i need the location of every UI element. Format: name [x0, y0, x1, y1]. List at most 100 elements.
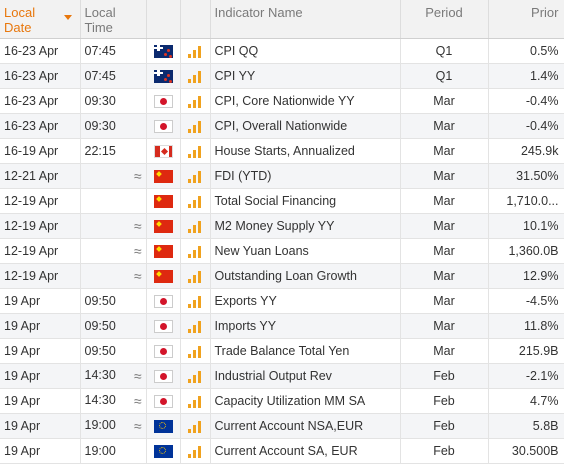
time-cell: 09:30: [80, 113, 147, 139]
table-row[interactable]: 19 Apr 09:50 Exports YY Mar -4.5%: [0, 288, 564, 314]
impact-cell: [180, 438, 211, 464]
table-row[interactable]: 16-23 Apr 07:45 CPI QQ Q1 0.5%: [0, 38, 564, 64]
period-cell: Mar: [400, 238, 489, 264]
economic-calendar-table: Local Date Local Time Indicator Name Per…: [0, 0, 564, 464]
indicator-cell[interactable]: M2 Money Supply YY: [210, 213, 401, 239]
indicator-cell[interactable]: Current Account NSA,EUR: [210, 413, 401, 439]
approximate-time-icon: ≈: [133, 392, 142, 409]
period-cell: Mar: [400, 263, 489, 289]
country-column-header: [146, 0, 181, 39]
approximate-time-icon: ≈: [133, 217, 142, 234]
indicator-cell[interactable]: Outstanding Loan Growth: [210, 263, 401, 289]
table-row[interactable]: 16-23 Apr 09:30 CPI, Overall Nationwide Mar…: [0, 113, 564, 139]
table-row[interactable]: 19 Apr 19:00 Current Account SA, EUR Feb 30.…: [0, 438, 564, 464]
table-row[interactable]: 16-19 Apr 22:15 House Starts, Annualized Ma…: [0, 138, 564, 164]
date-cell: 19 Apr: [0, 413, 81, 439]
prior-cell: 30.500B: [488, 438, 564, 464]
date-cell: 19 Apr: [0, 438, 81, 464]
date-cell: 16-23 Apr: [0, 113, 81, 139]
time-cell: 09:50: [80, 313, 147, 339]
prior-column-header[interactable]: Prior: [488, 0, 564, 39]
impact-bars-icon: [188, 395, 202, 408]
indicator-cell[interactable]: House Starts, Annualized: [210, 138, 401, 164]
country-cell: [146, 363, 181, 389]
period-cell: Mar: [400, 113, 489, 139]
time-value: 22:15: [84, 143, 116, 158]
impact-cell: [180, 263, 211, 289]
time-cell: 14:30 ≈: [80, 363, 147, 389]
prior-cell: 5.8B: [488, 413, 564, 439]
table-row[interactable]: 19 Apr 19:00 ≈ Current Account NSA,EUR Feb 5.…: [0, 413, 564, 439]
date-cell: 19 Apr: [0, 288, 81, 314]
new-zealand-flag-icon: [153, 44, 173, 58]
indicator-cell[interactable]: New Yuan Loans: [210, 238, 401, 264]
time-cell: 09:50: [80, 288, 147, 314]
table-row[interactable]: 16-23 Apr 07:45 CPI YY Q1 1.4%: [0, 63, 564, 89]
impact-cell: [180, 413, 211, 439]
approximate-time-icon: ≈: [133, 242, 142, 259]
indicator-cell[interactable]: CPI YY: [210, 63, 401, 89]
period-column-header[interactable]: Period: [400, 0, 489, 39]
japan-flag-icon: [153, 369, 173, 383]
impact-bars-icon: [188, 270, 202, 283]
local-date-header-label: Local Date: [4, 5, 36, 35]
indicator-cell[interactable]: Trade Balance Total Yen: [210, 338, 401, 364]
prior-cell: 215.9B: [488, 338, 564, 364]
prior-cell: 4.7%: [488, 388, 564, 414]
table-row[interactable]: 19 Apr 14:30 ≈ Industrial Output Rev Feb -2.1…: [0, 363, 564, 389]
period-cell: Feb: [400, 363, 489, 389]
local-date-column-header[interactable]: Local Date: [0, 0, 81, 39]
table-row[interactable]: 16-23 Apr 09:30 CPI, Core Nationwide YY Mar…: [0, 88, 564, 114]
impact-bars-icon: [188, 370, 202, 383]
prior-cell: 1.4%: [488, 63, 564, 89]
period-header-label: Period: [425, 5, 463, 20]
indicator-cell[interactable]: CPI QQ: [210, 38, 401, 64]
indicator-cell[interactable]: CPI, Core Nationwide YY: [210, 88, 401, 114]
impact-bars-icon: [188, 95, 202, 108]
table-row[interactable]: 12-19 Apr ≈ New Yuan Loans Mar 1,360.0B: [0, 238, 564, 264]
time-value: 19:00: [84, 417, 116, 432]
impact-cell: [180, 338, 211, 364]
date-cell: 12-19 Apr: [0, 238, 81, 264]
table-row[interactable]: 12-21 Apr ≈ FDI (YTD) Mar 31.50%: [0, 163, 564, 189]
period-cell: Feb: [400, 388, 489, 414]
impact-cell: [180, 238, 211, 264]
table-row[interactable]: 12-19 Apr ≈ Outstanding Loan Growth Mar 12.9…: [0, 263, 564, 289]
china-flag-icon: [153, 269, 173, 283]
table-row[interactable]: 19 Apr 09:50 Imports YY Mar 11.8%: [0, 313, 564, 339]
impact-cell: [180, 213, 211, 239]
period-cell: Mar: [400, 138, 489, 164]
table-row[interactable]: 19 Apr 09:50 Trade Balance Total Yen Mar 215…: [0, 338, 564, 364]
indicator-cell[interactable]: Current Account SA, EUR: [210, 438, 401, 464]
indicator-cell[interactable]: Industrial Output Rev: [210, 363, 401, 389]
time-value: 07:45: [84, 43, 116, 58]
indicator-cell[interactable]: Total Social Financing: [210, 188, 401, 214]
time-cell: 07:45: [80, 38, 147, 64]
table-row[interactable]: 12-19 Apr Total Social Financing Mar 1,710.…: [0, 188, 564, 214]
japan-flag-icon: [153, 94, 173, 108]
sort-descending-icon[interactable]: [63, 15, 72, 20]
impact-bars-icon: [188, 145, 202, 158]
local-time-column-header[interactable]: Local Time: [80, 0, 147, 39]
indicator-cell[interactable]: Exports YY: [210, 288, 401, 314]
time-value: 14:30: [84, 392, 116, 407]
approximate-time-icon: ≈: [133, 417, 142, 434]
period-cell: Q1: [400, 63, 489, 89]
period-cell: Mar: [400, 163, 489, 189]
prior-cell: -0.4%: [488, 113, 564, 139]
indicator-cell[interactable]: FDI (YTD): [210, 163, 401, 189]
impact-cell: [180, 363, 211, 389]
impact-bars-icon: [188, 170, 202, 183]
table-row[interactable]: 12-19 Apr ≈ M2 Money Supply YY Mar 10.1%: [0, 213, 564, 239]
table-row[interactable]: 19 Apr 14:30 ≈ Capacity Utilization MM SA Fe…: [0, 388, 564, 414]
indicator-cell[interactable]: CPI, Overall Nationwide: [210, 113, 401, 139]
time-cell: [80, 188, 147, 214]
indicator-column-header[interactable]: Indicator Name: [210, 0, 401, 39]
impact-bars-icon: [188, 320, 202, 333]
date-cell: 12-21 Apr: [0, 163, 81, 189]
date-cell: 12-19 Apr: [0, 188, 81, 214]
date-cell: 19 Apr: [0, 313, 81, 339]
indicator-cell[interactable]: Imports YY: [210, 313, 401, 339]
impact-cell: [180, 188, 211, 214]
indicator-cell[interactable]: Capacity Utilization MM SA: [210, 388, 401, 414]
